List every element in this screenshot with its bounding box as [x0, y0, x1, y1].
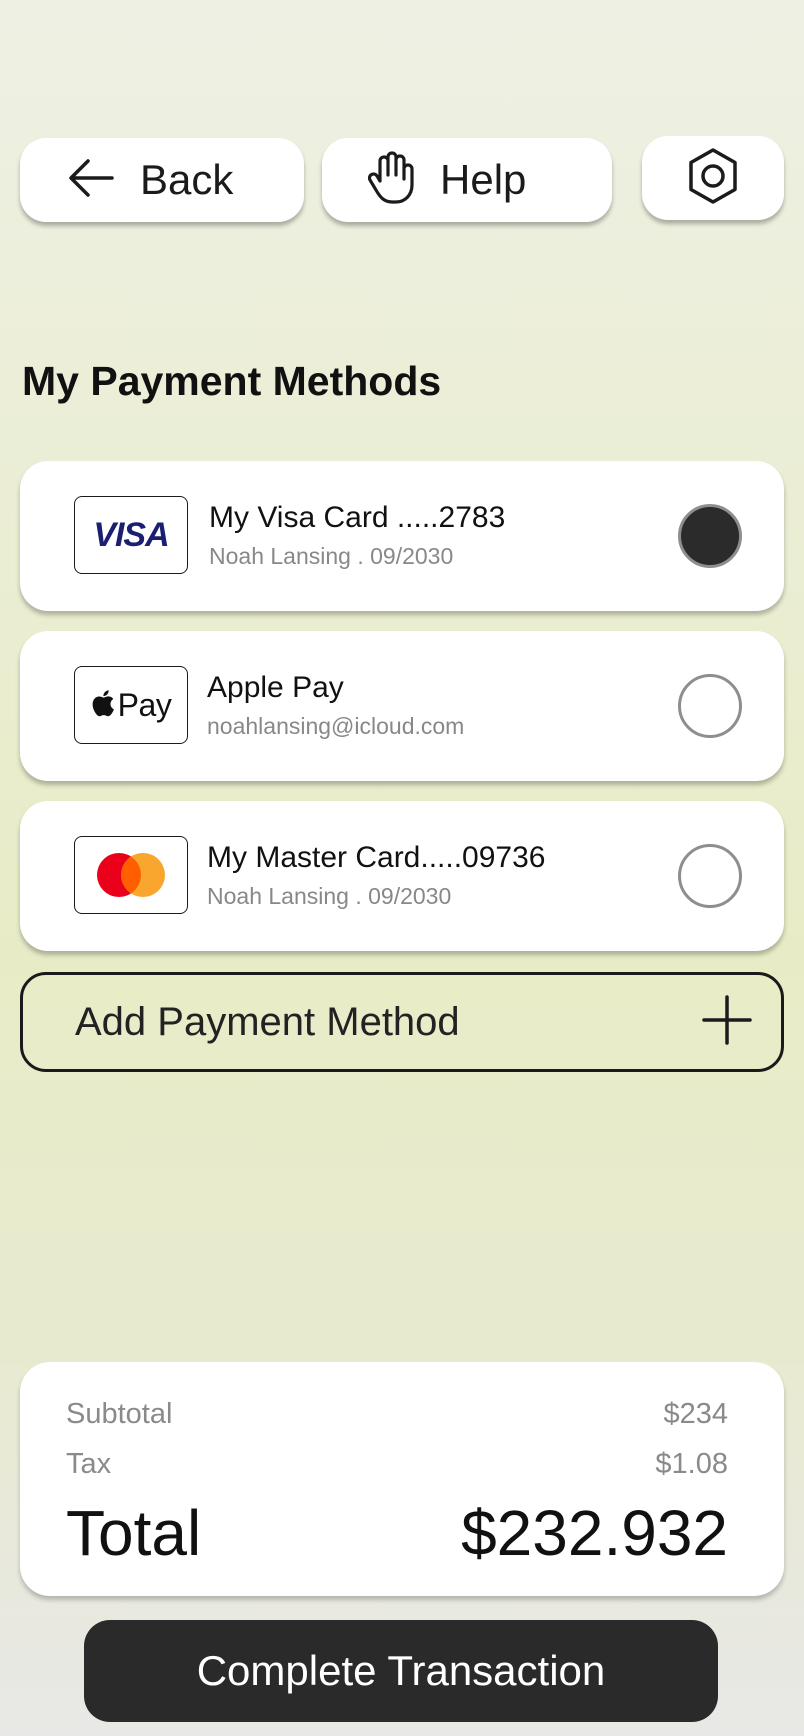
apple-icon: [91, 689, 115, 722]
settings-icon: [684, 147, 742, 210]
hand-icon: [367, 150, 414, 210]
radio-unselected[interactable]: [678, 844, 742, 908]
subtotal-label: Subtotal: [66, 1398, 173, 1430]
payment-method-visa[interactable]: VISA My Visa Card .....2783 Noah Lansing…: [20, 461, 784, 611]
total-row: Total $232.932: [66, 1496, 728, 1570]
add-payment-method-button[interactable]: Add Payment Method: [20, 972, 784, 1072]
visa-logo: VISA: [74, 496, 188, 574]
help-label: Help: [440, 156, 527, 203]
settings-button[interactable]: [642, 136, 784, 220]
radio-unselected[interactable]: [678, 674, 742, 738]
tax-label: Tax: [66, 1448, 112, 1480]
tax-value: $1.08: [655, 1448, 728, 1480]
page-title: My Payment Methods: [22, 358, 442, 404]
help-button[interactable]: Help: [322, 138, 612, 222]
radio-selected[interactable]: [678, 504, 742, 568]
payment-method-detail: Noah Lansing . 09/2030: [209, 543, 454, 569]
complete-transaction-button[interactable]: Complete Transaction: [84, 1620, 718, 1722]
payment-method-name: Apple Pay: [207, 671, 344, 704]
payment-method-apple-pay[interactable]: Pay Apple Pay noahlansing@icloud.com: [20, 631, 784, 781]
back-button[interactable]: Back: [20, 138, 304, 222]
tax-row: Tax $1.08: [66, 1448, 728, 1481]
payment-method-detail: noahlansing@icloud.com: [207, 713, 465, 739]
payment-method-name: My Visa Card .....2783: [209, 501, 506, 534]
apple-pay-logo-text: Pay: [117, 686, 172, 723]
order-summary: Subtotal $234 Tax $1.08 Total $232.932: [20, 1362, 784, 1596]
add-payment-method-label: Add Payment Method: [75, 999, 460, 1044]
apple-pay-logo: Pay: [74, 666, 188, 744]
arrow-left-icon: [68, 158, 114, 203]
subtotal-value: $234: [663, 1398, 728, 1430]
back-label: Back: [140, 156, 234, 203]
visa-logo-text: VISA: [93, 515, 169, 554]
plus-icon: [701, 994, 753, 1051]
payment-method-mastercard[interactable]: My Master Card.....09736 Noah Lansing . …: [20, 801, 784, 951]
total-label: Total: [66, 1497, 202, 1569]
mastercard-logo: [74, 836, 188, 914]
mastercard-icon: [97, 853, 165, 897]
payment-method-name: My Master Card.....09736: [207, 841, 546, 874]
total-value: $232.932: [461, 1497, 728, 1569]
payment-method-detail: Noah Lansing . 09/2030: [207, 883, 452, 909]
subtotal-row: Subtotal $234: [66, 1398, 728, 1431]
